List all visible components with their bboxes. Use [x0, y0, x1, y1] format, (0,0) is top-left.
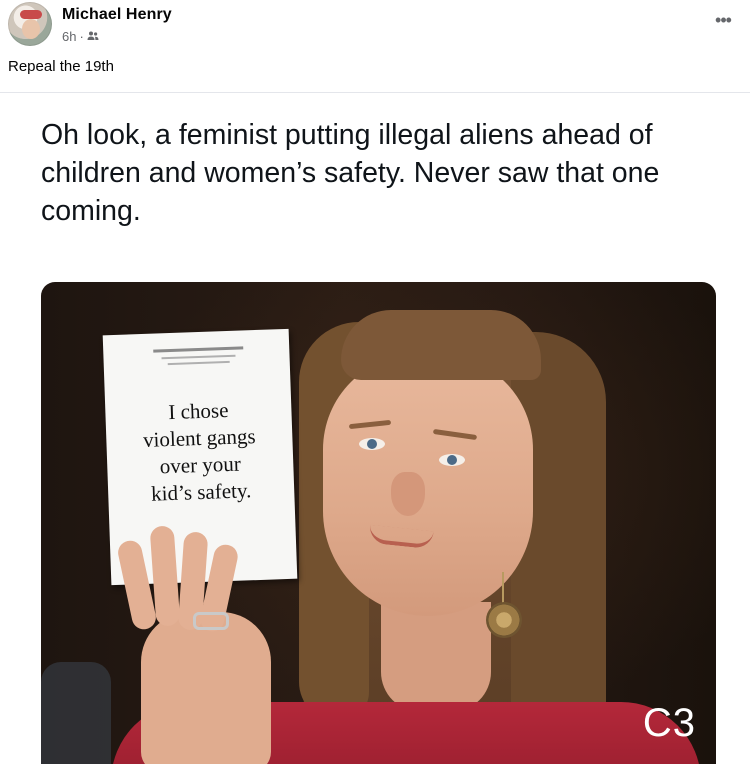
post-header: Michael Henry 6h · ••• Repeal the 19th [0, 0, 750, 92]
earring [486, 602, 522, 638]
meta-separator: · [79, 28, 84, 44]
tweet-text: Oh look, a feminist putting illegal alie… [41, 119, 660, 227]
avatar[interactable] [8, 2, 52, 46]
avatar-face [22, 19, 40, 39]
avatar-hat [20, 10, 42, 19]
earring-hook [502, 572, 504, 604]
background-figure [41, 662, 111, 764]
author-name[interactable]: Michael Henry [62, 6, 172, 24]
post-caption: Repeal the 19th [8, 58, 114, 75]
card-text: I chose violent gangs over your kid’s sa… [142, 397, 257, 506]
more-options-button[interactable]: ••• [708, 8, 738, 32]
neck [381, 602, 491, 712]
card-header-line [153, 346, 244, 353]
watermark: C3 [642, 701, 696, 745]
post-meta: 6h · [62, 28, 99, 44]
ring [193, 612, 229, 630]
divider [0, 92, 750, 93]
left-eye [359, 438, 385, 450]
post-timestamp[interactable]: 6h [62, 29, 76, 44]
nose [391, 472, 425, 516]
right-eye [439, 454, 465, 466]
card-subheader-line [167, 360, 230, 366]
meme-image[interactable]: I chose violent gangs over your kid’s sa… [41, 282, 716, 764]
friends-icon[interactable] [87, 30, 99, 42]
card-subheader-line [161, 354, 236, 360]
hair-top [341, 310, 541, 380]
hand [141, 612, 271, 764]
